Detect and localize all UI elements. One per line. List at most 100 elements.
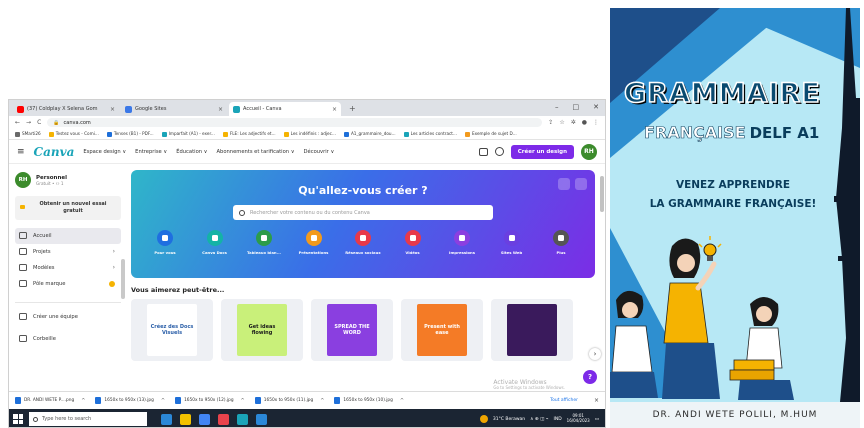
close-icon[interactable]: ✕: [593, 103, 599, 111]
taskbar-app-icon[interactable]: [180, 413, 191, 425]
browser-tab[interactable]: Google Sites ×: [121, 102, 227, 116]
sidebar-item-home[interactable]: Accueil: [15, 227, 121, 244]
taskbar-app-icon[interactable]: [218, 413, 229, 425]
suggestion-card[interactable]: SPREAD THE WORD: [311, 299, 393, 361]
tab-close-icon[interactable]: ×: [110, 106, 115, 113]
chevron-up-icon[interactable]: ^: [241, 398, 245, 404]
menu-icon[interactable]: ⋮: [593, 119, 599, 126]
close-downloads-icon[interactable]: ×: [594, 397, 599, 404]
share-icon[interactable]: ⇪: [548, 119, 553, 126]
trial-button[interactable]: Obtenir un nouvel essai gratuit: [15, 196, 121, 220]
nav-discover[interactable]: Découvrir ∨: [304, 149, 335, 155]
download-item[interactable]: 1650x to 950x (10).jpg ^: [334, 397, 404, 404]
taskbar-search-input[interactable]: Type here to search: [29, 412, 147, 426]
upload-icon[interactable]: [575, 178, 587, 190]
bookmark-item[interactable]: Les indéfinis : adjec...: [283, 131, 336, 137]
activate-windows-watermark: Activate Windows Go to Settings to activ…: [493, 379, 565, 391]
category-5[interactable]: Réseaux sociaux: [343, 230, 383, 255]
sidebar-item-templates[interactable]: Modèles ›: [15, 260, 121, 276]
category-1[interactable]: Pour vous: [145, 230, 185, 255]
language-indicator[interactable]: IND: [554, 417, 562, 422]
nav-pricing[interactable]: Abonnements et tarification ∨: [216, 149, 294, 155]
download-item[interactable]: DR. ANDI WETE P....png ^: [15, 397, 85, 404]
help-button[interactable]: ?: [583, 370, 597, 384]
hero-search-input[interactable]: Rechercher votre contenu ou du contenu C…: [233, 205, 493, 220]
carousel-next-button[interactable]: ›: [589, 348, 601, 360]
search-placeholder: Rechercher votre contenu ou du contenu C…: [250, 209, 370, 216]
suggestion-card[interactable]: Créez des Docs Visuels: [131, 299, 213, 361]
chevron-up-icon[interactable]: ^: [161, 398, 165, 404]
custom-size-icon[interactable]: [558, 178, 570, 190]
category-9[interactable]: Plus: [541, 230, 581, 255]
download-item[interactable]: 1650x to 950x (13).jpg ^: [95, 397, 165, 404]
windows-start-icon[interactable]: [13, 414, 23, 424]
taskbar-app-icon[interactable]: [199, 413, 210, 425]
taskbar-app-icon[interactable]: [237, 413, 248, 425]
suggestion-card[interactable]: Present with ease: [401, 299, 483, 361]
page-scrollbar[interactable]: [600, 176, 604, 212]
browser-tab[interactable]: (37) Coldplay X Selena Gom ×: [13, 102, 119, 116]
category-3[interactable]: Tableaux blan...: [244, 230, 284, 255]
back-icon[interactable]: ←: [15, 119, 20, 126]
category-4[interactable]: Présentations: [294, 230, 334, 255]
extensions-icon[interactable]: ✲: [571, 119, 576, 126]
category-label: Pour vous: [154, 250, 176, 255]
create-design-button[interactable]: Créer un design: [510, 144, 574, 159]
clock-date: 16/04/2023: [566, 418, 590, 423]
canva-logo[interactable]: Canva: [34, 145, 75, 159]
bookmark-item[interactable]: A1_grammaire_dou...: [343, 131, 396, 137]
bookmark-item[interactable]: Testez vous - Comi...: [48, 131, 99, 137]
nav-business[interactable]: Entreprise ∨: [135, 149, 167, 155]
show-all-downloads-link[interactable]: Tout afficher: [550, 398, 578, 403]
url-field[interactable]: 🔒 canva.com: [47, 118, 543, 127]
notifications-icon[interactable]: ▭: [595, 417, 599, 422]
sidebar-item-folder[interactable]: Projets ›: [15, 244, 121, 260]
clock[interactable]: 09:01 16/04/2023: [566, 413, 590, 424]
suggestion-card[interactable]: Get ideas flowing: [221, 299, 303, 361]
profile-icon[interactable]: ●: [582, 119, 587, 126]
category-6[interactable]: Vidéos: [393, 230, 433, 255]
hamburger-icon[interactable]: ≡: [17, 147, 25, 157]
browser-tab[interactable]: Accueil - Canva ×: [229, 102, 341, 116]
monitor-icon[interactable]: [478, 147, 488, 156]
nav-design-space[interactable]: Espace design ∨: [83, 149, 126, 155]
download-item[interactable]: 1650x to 950x (12).jpg ^: [175, 397, 245, 404]
sidebar-item-team[interactable]: Créer une équipe: [15, 309, 121, 325]
category-7[interactable]: Impressions: [442, 230, 482, 255]
maximize-icon[interactable]: □: [573, 103, 580, 111]
lock-icon: 🔒: [53, 119, 60, 126]
new-tab-button[interactable]: +: [343, 102, 362, 116]
bookmark-label: Les indéfinis : adjec...: [290, 131, 336, 137]
hero-title: Qu'allez-vous créer ?: [298, 184, 428, 197]
star-icon[interactable]: ☆: [559, 119, 564, 126]
bookmark-item[interactable]: Tenses (B1) - PDF...: [106, 131, 154, 137]
chevron-up-icon[interactable]: ^: [400, 398, 404, 404]
tray-icons[interactable]: ∧ ⊕ ◫ ⌁: [530, 417, 548, 422]
category-2[interactable]: Canva Docs: [195, 230, 235, 255]
system-tray: 31°C Berawan ∧ ⊕ ◫ ⌁ IND 09:01 16/04/202…: [479, 413, 605, 424]
reload-icon[interactable]: C: [37, 119, 41, 126]
taskbar-app-icon[interactable]: [256, 413, 267, 425]
suggestion-card[interactable]: [491, 299, 573, 361]
weather-text: 31°C Berawan: [492, 416, 526, 422]
bookmark-item[interactable]: FLE: Les adjectifs et...: [222, 131, 276, 137]
sidebar-item-trash[interactable]: Corbeille: [15, 331, 121, 347]
taskbar-app-icon[interactable]: [161, 413, 172, 425]
chevron-up-icon[interactable]: ^: [320, 398, 324, 404]
minimize-icon[interactable]: –: [555, 103, 559, 111]
bookmark-item[interactable]: Imparfait (A1) - exer...: [161, 131, 215, 137]
forward-icon[interactable]: →: [26, 119, 31, 126]
download-item[interactable]: 1650x to 950x (11).jpg ^: [254, 397, 324, 404]
bookmark-item[interactable]: Exemple de sujet D...: [464, 131, 517, 137]
sidebar-item-brand[interactable]: Pôle marque: [15, 276, 121, 292]
avatar[interactable]: RH: [581, 143, 597, 160]
tab-close-icon[interactable]: ×: [218, 106, 223, 113]
tab-close-icon[interactable]: ×: [332, 106, 337, 113]
bookmark-item[interactable]: SMarti26: [15, 131, 41, 137]
chevron-up-icon[interactable]: ^: [81, 398, 85, 404]
gear-icon[interactable]: [494, 147, 504, 156]
account-switcher[interactable]: RH Personnel Gratuit • ⚇ 1: [15, 172, 121, 188]
bookmark-item[interactable]: Les articles contract...: [403, 131, 457, 137]
nav-education[interactable]: Éducation ∨: [176, 149, 207, 155]
category-8[interactable]: Sites Web: [492, 230, 532, 255]
